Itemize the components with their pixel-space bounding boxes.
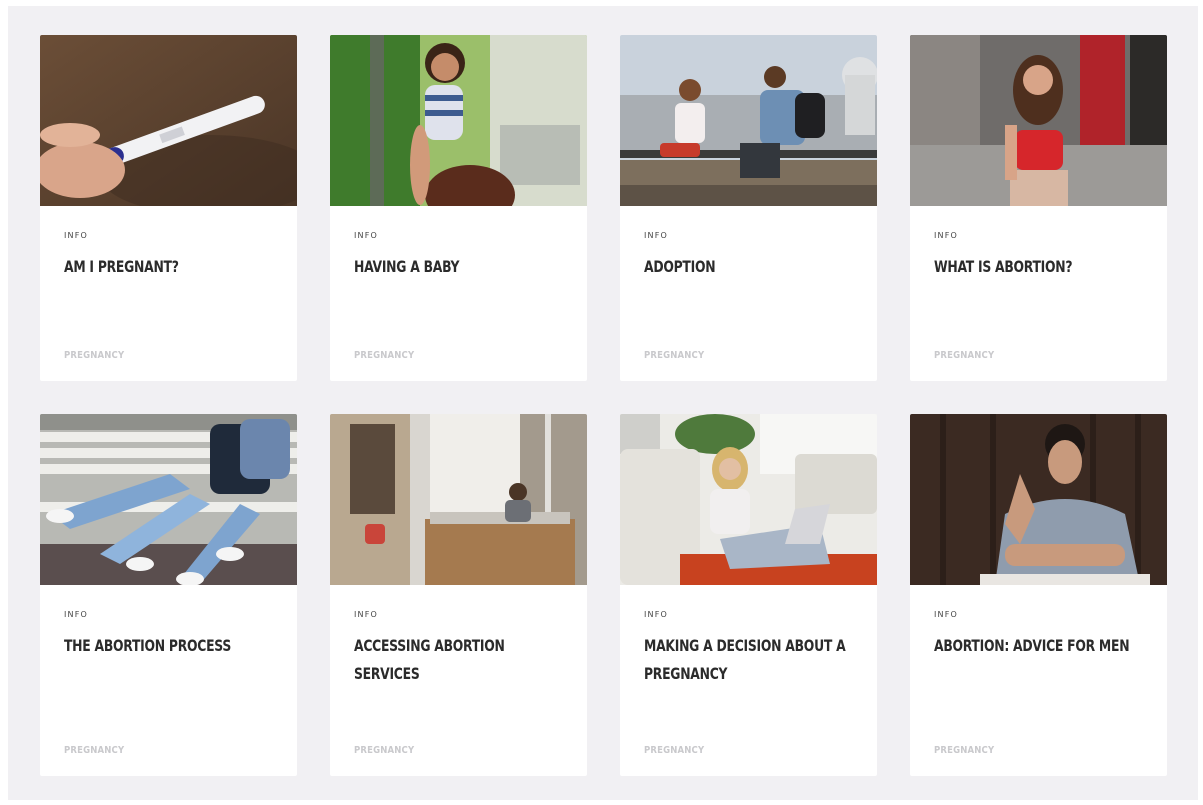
- pregnancy-test-image[interactable]: [40, 35, 297, 206]
- card-tag[interactable]: PREGNANCY: [354, 350, 414, 361]
- article-card-making-a-decision[interactable]: INFO MAKING A DECISION ABOUT A PREGNANCY…: [620, 414, 877, 776]
- card-category: INFO: [644, 231, 669, 240]
- card-title[interactable]: ABORTION: ADVICE FOR MEN: [934, 632, 1149, 660]
- card-tag[interactable]: PREGNANCY: [64, 745, 124, 756]
- card-tag[interactable]: PREGNANCY: [934, 745, 994, 756]
- article-card-the-abortion-process[interactable]: INFO THE ABORTION PROCESS PREGNANCY: [40, 414, 297, 776]
- card-title[interactable]: MAKING A DECISION ABOUT A PREGNANCY: [644, 632, 859, 688]
- mother-and-baby-image[interactable]: [330, 35, 587, 206]
- waiting-room-image[interactable]: [330, 414, 587, 585]
- article-card-having-a-baby[interactable]: INFO HAVING A BABY PREGNANCY: [330, 35, 587, 381]
- card-category: INFO: [354, 231, 379, 240]
- card-tag[interactable]: PREGNANCY: [934, 350, 994, 361]
- article-card-accessing-abortion-services[interactable]: INFO ACCESSING ABORTION SERVICES PREGNAN…: [330, 414, 587, 776]
- article-card-am-i-pregnant[interactable]: INFO AM I PREGNANT? PREGNANCY: [40, 35, 297, 381]
- card-category: INFO: [64, 231, 89, 240]
- card-tag[interactable]: PREGNANCY: [64, 350, 124, 361]
- article-card-advice-for-men[interactable]: INFO ABORTION: ADVICE FOR MEN PREGNANCY: [910, 414, 1167, 776]
- card-tag[interactable]: PREGNANCY: [644, 745, 704, 756]
- card-tag[interactable]: PREGNANCY: [644, 350, 704, 361]
- woman-with-laptop-image[interactable]: [620, 414, 877, 585]
- thoughtful-man-image[interactable]: [910, 414, 1167, 585]
- card-category: INFO: [644, 610, 669, 619]
- woman-red-top-image[interactable]: [910, 35, 1167, 206]
- couple-talking-image[interactable]: [620, 35, 877, 206]
- card-category: INFO: [354, 610, 379, 619]
- article-grid: INFO AM I PREGNANT? PREGNANCY INFO HAVIN…: [8, 6, 1198, 800]
- card-title[interactable]: HAVING A BABY: [354, 253, 569, 281]
- card-title[interactable]: WHAT IS ABORTION?: [934, 253, 1149, 281]
- card-title[interactable]: ADOPTION: [644, 253, 859, 281]
- article-card-what-is-abortion[interactable]: INFO WHAT IS ABORTION? PREGNANCY: [910, 35, 1167, 381]
- card-category: INFO: [64, 610, 89, 619]
- card-title[interactable]: ACCESSING ABORTION SERVICES: [354, 632, 569, 688]
- card-title[interactable]: AM I PREGNANT?: [64, 253, 279, 281]
- card-category: INFO: [934, 231, 959, 240]
- card-title[interactable]: THE ABORTION PROCESS: [64, 632, 279, 660]
- couple-on-bench-image[interactable]: [40, 414, 297, 585]
- card-category: INFO: [934, 610, 959, 619]
- card-tag[interactable]: PREGNANCY: [354, 745, 414, 756]
- article-card-adoption[interactable]: INFO ADOPTION PREGNANCY: [620, 35, 877, 381]
